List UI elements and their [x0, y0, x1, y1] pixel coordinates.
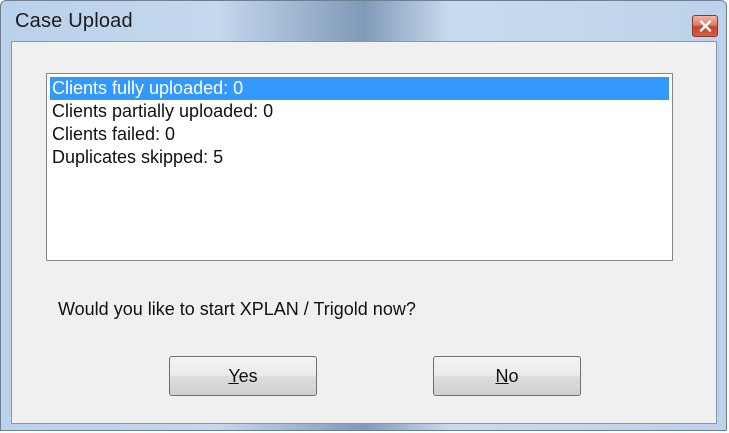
upload-results-list[interactable]: Clients fully uploaded: 0 Clients partia…: [46, 73, 673, 261]
dialog-body: Clients fully uploaded: 0 Clients partia…: [11, 41, 717, 424]
yes-button-mnemonic: Y: [228, 366, 239, 386]
list-item-clients-failed[interactable]: Clients failed: 0: [50, 123, 669, 146]
list-item-duplicates-skipped[interactable]: Duplicates skipped: 5: [50, 146, 669, 169]
close-icon: [699, 20, 712, 32]
no-button[interactable]: No: [433, 356, 581, 396]
list-item-clients-fully-uploaded[interactable]: Clients fully uploaded: 0: [50, 77, 669, 100]
case-upload-dialog: Case Upload Clients fully uploaded: 0 Cl…: [0, 0, 727, 431]
yes-button[interactable]: Yes: [169, 356, 317, 396]
yes-button-label-rest: es: [238, 366, 258, 386]
list-item-clients-partially-uploaded[interactable]: Clients partially uploaded: 0: [50, 100, 669, 123]
no-button-label-rest: o: [508, 366, 519, 386]
start-prompt-text: Would you like to start XPLAN / Trigold …: [58, 299, 416, 319]
window-title: Case Upload: [15, 10, 133, 32]
close-button[interactable]: [692, 15, 718, 37]
title-bar[interactable]: Case Upload: [1, 1, 726, 41]
no-button-mnemonic: N: [495, 366, 509, 386]
